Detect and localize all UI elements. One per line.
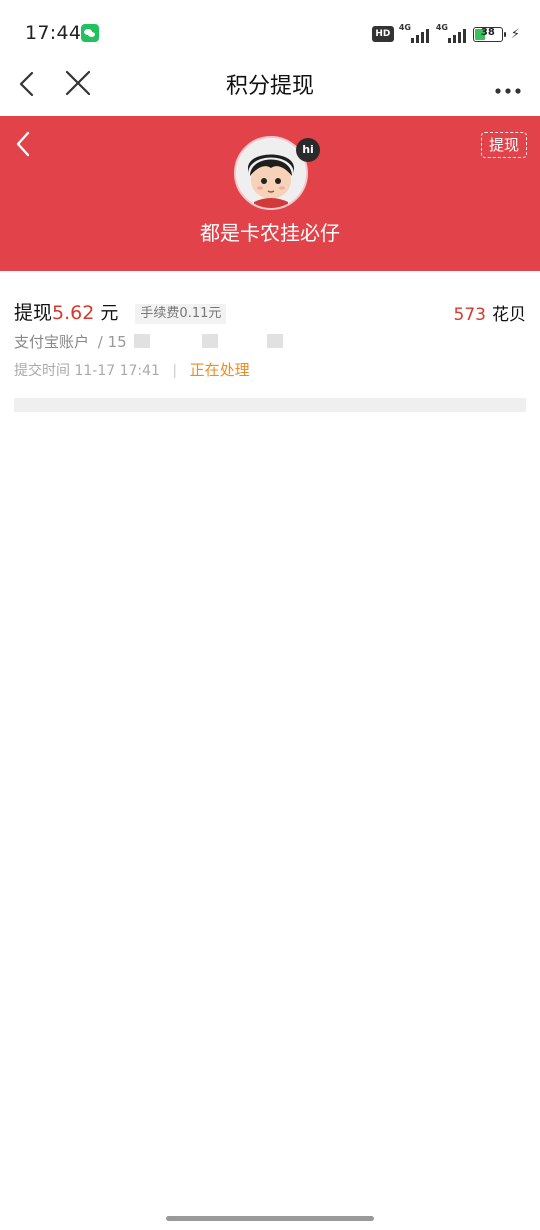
banner-back-icon[interactable] <box>14 130 34 158</box>
screen: 17:44 HD 4G 4G 38 ⚡ 积分提现 提现 hi 都是卡农挂必仔 提… <box>0 0 540 1230</box>
battery-icon: 38 <box>472 26 506 42</box>
charging-icon: ⚡ <box>510 26 520 42</box>
record-amount: 5.62 <box>52 302 95 324</box>
status-time: 17:44 <box>25 22 82 44</box>
record-label: 提现 <box>14 302 53 324</box>
submit-label: 提交时间 <box>14 363 70 379</box>
fee-badge: 手续费0.11元 <box>135 304 227 324</box>
submit-time: 11-17 17:41 <box>74 363 160 379</box>
points-cost: 573 花贝 <box>454 300 526 325</box>
account-value: / 15 <box>97 333 127 351</box>
record-amount-row: 提现5.62 元 手续费0.11元 573 花贝 <box>14 298 526 326</box>
page-title: 积分提现 <box>225 74 314 99</box>
title-bar: 积分提现 <box>0 56 540 112</box>
home-indicator[interactable] <box>166 1216 374 1221</box>
network-type-label-1: 4G <box>398 23 411 32</box>
account-redaction <box>202 334 219 348</box>
record-unit: 元 <box>100 303 119 324</box>
separator: | <box>172 363 178 379</box>
profile-banner: 提现 hi 都是卡农挂必仔 <box>0 116 540 271</box>
battery-percent: 38 <box>480 26 495 38</box>
wechat-notification-icon <box>81 24 99 42</box>
hi-badge: hi <box>296 138 320 162</box>
account-redaction <box>267 334 284 348</box>
status-indicators: HD 4G 4G 38 ⚡ <box>371 23 520 44</box>
account-row: 支付宝账户 / 15 <box>14 331 526 355</box>
account-label: 支付宝账户 <box>14 333 90 351</box>
username: 都是卡农挂必仔 <box>200 221 340 245</box>
network-type-label-2: 4G <box>435 23 448 32</box>
status-text: 正在处理 <box>189 361 250 379</box>
divider <box>14 398 526 412</box>
signal-icon-2: 4G <box>435 23 468 43</box>
submit-row: 提交时间 11-17 17:41 | 正在处理 <box>14 359 526 383</box>
more-options-icon[interactable] <box>494 80 522 94</box>
hd-voice-icon: HD <box>371 26 394 42</box>
withdraw-button[interactable]: 提现 <box>480 132 527 158</box>
points-value: 573 <box>453 305 486 325</box>
points-unit: 花贝 <box>492 305 526 325</box>
account-redaction <box>133 334 150 348</box>
signal-icon-1: 4G <box>398 23 431 43</box>
withdraw-record: 提现5.62 元 手续费0.11元 573 花贝 支付宝账户 / 15 提交时间 1… <box>14 298 526 383</box>
